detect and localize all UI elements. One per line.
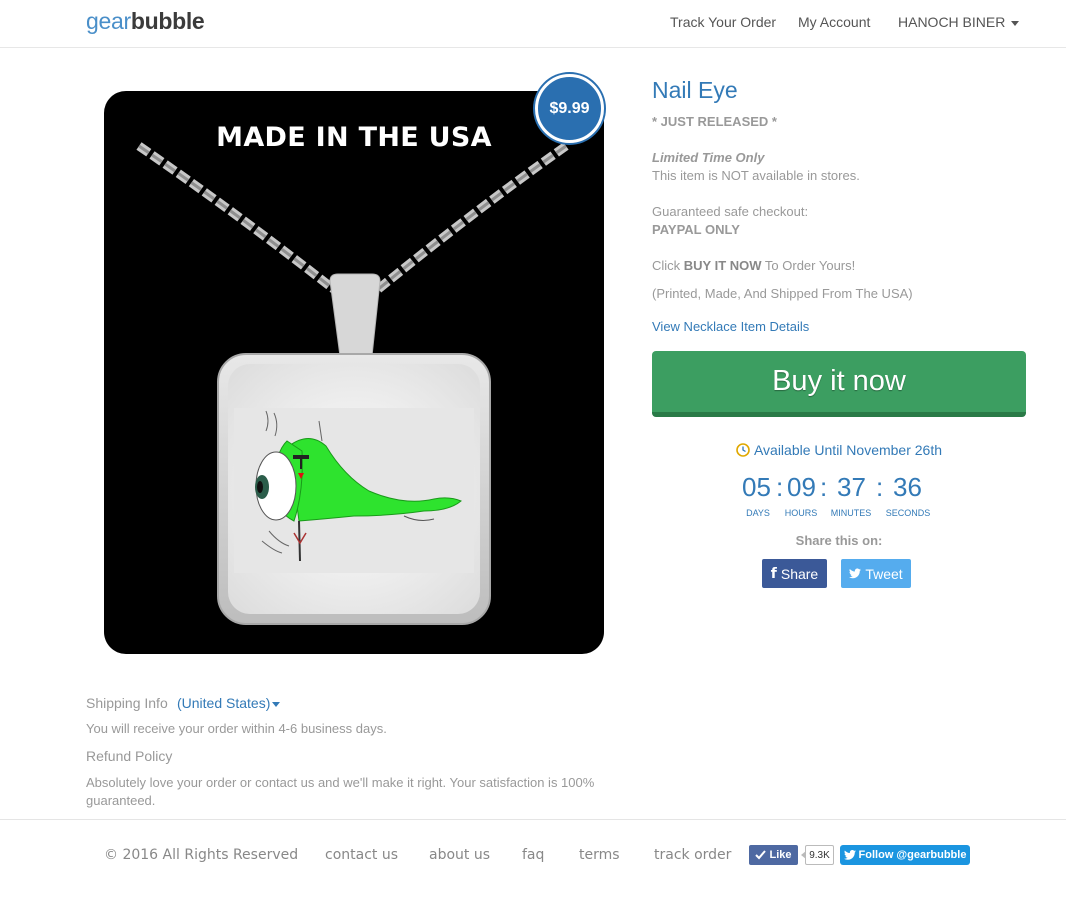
available-until: Available Until November 26th xyxy=(652,442,1026,458)
nav-user-menu[interactable]: HANOCH BINER xyxy=(898,14,1020,30)
click-buy-prefix: Click xyxy=(652,258,684,273)
paypal-only-text: PAYPAL ONLY xyxy=(652,222,740,237)
footer-terms-link[interactable]: terms xyxy=(579,847,620,863)
countdown-separator: : xyxy=(876,472,884,502)
refund-policy-text: Absolutely love your order or contact us… xyxy=(86,775,595,808)
top-navbar: gearbubble Track Your Order My Account H… xyxy=(0,0,1066,48)
shipping-days-text: You will receive your order within 4-6 b… xyxy=(86,721,387,736)
shipping-info-label: Shipping Info xyxy=(86,695,168,711)
chevron-down-icon xyxy=(1011,20,1020,26)
footer-track-order-link[interactable]: track order xyxy=(654,847,731,863)
chevron-down-icon xyxy=(272,701,281,707)
buy-it-now-button[interactable]: Buy it now xyxy=(652,351,1026,417)
not-available-text: This item is NOT available in stores. xyxy=(652,168,860,183)
click-buy-bold: BUY IT NOW xyxy=(683,258,762,273)
shipping-country-text: (United States) xyxy=(177,695,271,711)
countdown-days: 05 xyxy=(742,472,771,502)
footer-about-link[interactable]: about us xyxy=(429,847,490,863)
twitter-follow-label: Follow @gearbubble xyxy=(858,849,967,861)
gearbubble-logo[interactable]: gearbubble xyxy=(86,8,205,35)
printed-in-usa-text: (Printed, Made, And Shipped From The USA… xyxy=(652,286,913,301)
logo-gear-text: gear xyxy=(86,8,131,34)
countdown-separator: : xyxy=(776,472,784,502)
logo-bubble-text: bubble xyxy=(130,8,205,34)
product-title: Nail Eye xyxy=(652,77,738,103)
guaranteed-checkout-text: Guaranteed safe checkout: xyxy=(652,204,809,219)
twitter-bird-icon xyxy=(843,850,856,860)
necklace-illustration xyxy=(136,142,569,625)
twitter-bird-icon xyxy=(849,568,862,579)
footer-divider xyxy=(0,819,1066,820)
countdown-minutes-label: MINUTES xyxy=(830,508,872,518)
shipping-country-dropdown[interactable]: (United States) xyxy=(177,695,281,711)
just-released-tag: * JUST RELEASED * xyxy=(652,114,777,129)
checkmark-icon xyxy=(755,850,767,860)
tweet-label: Tweet xyxy=(865,565,903,582)
twitter-follow-button[interactable]: Follow @gearbubble xyxy=(840,845,970,865)
click-buy-suffix: To Order Yours! xyxy=(761,258,856,273)
twitter-tweet-button[interactable]: Tweet xyxy=(841,559,911,588)
countdown-hours: 09 xyxy=(787,472,816,502)
countdown-minutes: 37 xyxy=(837,472,866,502)
view-necklace-details-link[interactable]: View Necklace Item Details xyxy=(652,319,809,334)
countdown-seconds: 36 xyxy=(893,472,922,502)
nav-my-account[interactable]: My Account xyxy=(798,14,870,30)
price-badge: $9.99 xyxy=(535,74,604,143)
facebook-like-label: Like xyxy=(769,849,792,861)
user-name: HANOCH BINER xyxy=(898,14,1006,30)
facebook-share-label: Share xyxy=(780,565,819,582)
nav-track-order[interactable]: Track Your Order xyxy=(670,14,776,30)
available-until-text: Available Until November 26th xyxy=(753,442,943,458)
share-label: Share this on: xyxy=(795,533,883,548)
limited-time-text: Limited Time Only xyxy=(652,150,765,165)
click-buy-text: Click BUY IT NOW To Order Yours! xyxy=(652,258,855,273)
countdown-separator: : xyxy=(820,472,828,502)
clock-icon xyxy=(736,443,750,457)
footer-contact-link[interactable]: contact us xyxy=(325,847,398,863)
facebook-like-button[interactable]: Like xyxy=(749,845,798,865)
footer-faq-link[interactable]: faq xyxy=(522,847,544,863)
product-image: MADE IN THE USA xyxy=(104,91,604,654)
footer-copyright: © 2016 All Rights Reserved xyxy=(104,847,299,863)
facebook-like-count: 9.3K xyxy=(801,845,834,865)
countdown-seconds-label: SECONDS xyxy=(885,508,931,518)
refund-policy-label: Refund Policy xyxy=(86,748,173,764)
facebook-share-button[interactable]: f Share xyxy=(762,559,827,588)
facebook-icon: f xyxy=(770,565,777,582)
